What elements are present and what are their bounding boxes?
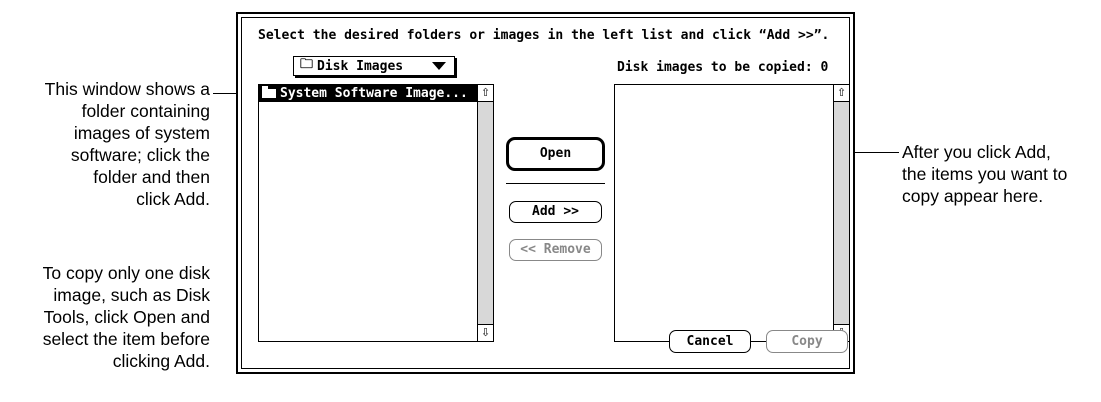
popup-label: Disk Images <box>317 58 404 74</box>
callout-left-bottom: To copy only one disk image, such as Dis… <box>43 262 210 372</box>
open-button-label: Open <box>539 146 572 161</box>
cancel-button[interactable]: Cancel <box>669 330 751 353</box>
source-list-scrollbar[interactable]: ⇧ ⇩ <box>477 85 493 341</box>
copy-list[interactable]: ⇧ ⇩ <box>614 84 850 342</box>
callout-line: the items you want to <box>902 164 1068 184</box>
callout-line: folder containing <box>81 101 210 121</box>
callout-line: image, such as Disk <box>53 285 210 305</box>
popup-triangle-icon <box>432 62 446 70</box>
open-button[interactable]: Open <box>506 137 605 171</box>
folder-popup-menu[interactable]: 🗀 Disk Images <box>293 56 455 76</box>
callout-line: folder and then <box>93 167 210 187</box>
remove-button[interactable]: << Remove <box>509 239 602 261</box>
add-button-label: Add >> <box>532 204 579 219</box>
callout-line: click Add. <box>136 189 210 209</box>
callout-line: images of system <box>73 123 210 143</box>
copy-button-label: Copy <box>791 334 823 349</box>
folder-icon: 🗀 <box>300 57 314 72</box>
scroll-up-icon[interactable]: ⇧ <box>834 85 849 102</box>
scroll-down-icon[interactable]: ⇩ <box>478 324 493 341</box>
callout-line: Tools, click Open and <box>43 307 210 327</box>
scroll-up-icon[interactable]: ⇧ <box>478 85 493 102</box>
callout-line: This window shows a <box>44 79 210 99</box>
remove-button-label: << Remove <box>520 242 591 257</box>
instruction-text: Select the desired folders or images in … <box>258 28 830 43</box>
copy-button[interactable]: Copy <box>766 330 848 353</box>
callout-line: select the item before <box>42 329 210 349</box>
add-button[interactable]: Add >> <box>509 201 602 223</box>
callout-line: After you click Add, <box>902 142 1051 162</box>
callout-left-top: This window shows a folder containing im… <box>45 78 210 210</box>
callout-line: clicking Add. <box>112 351 210 371</box>
list-item[interactable]: System Software Image... <box>259 85 477 102</box>
callout-line: copy appear here. <box>902 186 1044 206</box>
copy-list-scrollbar[interactable]: ⇧ ⇩ <box>833 85 849 341</box>
folder-icon <box>262 86 276 98</box>
callout-line: To copy only one disk <box>42 263 210 283</box>
list-item-label: System Software Image... <box>280 86 468 101</box>
divider <box>506 183 605 184</box>
copy-dialog: Select the desired folders or images in … <box>236 12 855 374</box>
callout-right: After you click Add, the items you want … <box>902 141 1067 207</box>
copy-count-label: Disk images to be copied: 0 <box>617 60 829 75</box>
source-list[interactable]: System Software Image... ⇧ ⇩ <box>258 84 494 342</box>
cancel-button-label: Cancel <box>686 334 734 349</box>
callout-line: software; click the <box>70 145 210 165</box>
